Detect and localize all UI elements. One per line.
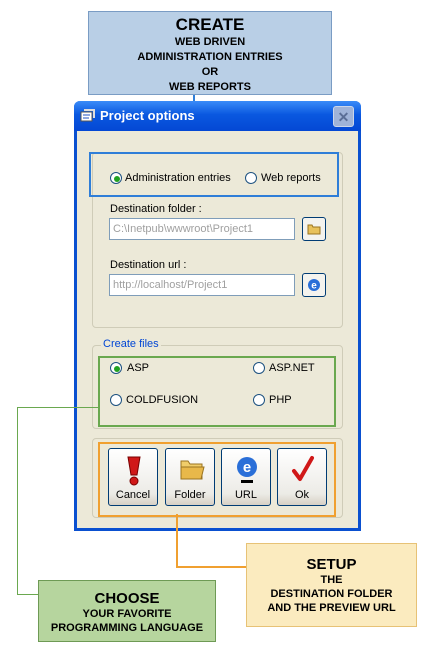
choose-callout-title: CHOOSE: [94, 590, 160, 607]
create-callout-line: OR: [201, 66, 219, 78]
setup-connector: [176, 514, 178, 567]
choose-callout-line: PROGRAMMING LANGUAGE: [50, 622, 204, 634]
create-files-label: Create files: [101, 338, 161, 350]
radio-aspnet-label: ASP.NET: [269, 362, 315, 374]
create-callout-title: CREATE: [175, 15, 245, 34]
close-button[interactable]: ✕: [333, 106, 354, 127]
app-icon: [80, 108, 96, 124]
radio-asp[interactable]: [110, 362, 122, 374]
cancel-button-label: Cancel: [115, 489, 151, 501]
cancel-button[interactable]: Cancel: [108, 448, 158, 506]
url-button[interactable]: e URL: [221, 448, 271, 506]
ie-icon: e: [308, 279, 320, 292]
choose-connector: [17, 407, 99, 408]
setup-connector: [176, 566, 247, 568]
radio-coldfusion[interactable]: [110, 394, 122, 406]
destination-folder-label: Destination folder :: [110, 203, 202, 215]
radio-asp-label: ASP: [127, 362, 150, 374]
radio-coldfusion-label: COLDFUSION: [126, 394, 199, 406]
radio-administration-entries[interactable]: [110, 172, 122, 184]
destination-url-field[interactable]: http://localhost/Project1: [109, 274, 295, 296]
choose-callout: CHOOSE YOUR FAVORITE PROGRAMMING LANGUAG…: [38, 580, 216, 642]
setup-callout: SETUP THE DESTINATION FOLDER AND THE PRE…: [246, 543, 417, 627]
browse-folder-button[interactable]: [302, 217, 326, 241]
folder-icon: [180, 460, 205, 480]
create-callout-line: WEB REPORTS: [169, 81, 251, 93]
radio-administration-entries-label: Administration entries: [125, 172, 231, 184]
choose-connector: [17, 594, 39, 595]
exclamation-icon: [127, 456, 141, 486]
window-title: Project options: [100, 108, 195, 123]
radio-php[interactable]: [253, 394, 265, 406]
setup-callout-title: SETUP: [306, 556, 357, 573]
radio-aspnet[interactable]: [253, 362, 265, 374]
svg-text:e: e: [243, 459, 251, 476]
ie-icon: e: [237, 457, 257, 483]
close-icon: ✕: [337, 109, 350, 125]
create-callout: CREATE WEB DRIVEN ADMINISTRATION ENTRIES…: [88, 11, 332, 95]
radio-web-reports-label: Web reports: [261, 172, 321, 184]
setup-callout-line: DESTINATION FOLDER: [270, 588, 393, 600]
ok-button-label: Ok: [294, 489, 310, 501]
radio-web-reports[interactable]: [245, 172, 257, 184]
url-button-label: URL: [234, 489, 257, 501]
ok-button[interactable]: Ok: [277, 448, 327, 506]
create-callout-line: ADMINISTRATION ENTRIES: [137, 51, 283, 63]
destination-url-label: Destination url :: [110, 259, 187, 271]
folder-icon: [307, 224, 321, 235]
checkmark-icon: [292, 456, 314, 481]
choose-connector: [17, 407, 18, 594]
folder-button-label: Folder: [174, 489, 206, 501]
radio-php-label: PHP: [269, 394, 292, 406]
svg-text:e: e: [311, 281, 317, 292]
create-callout-line: WEB DRIVEN: [174, 36, 246, 48]
setup-callout-line: AND THE PREVIEW URL: [267, 602, 396, 614]
destination-folder-field[interactable]: C:\Inetpub\wwwroot\Project1: [109, 218, 295, 240]
setup-callout-line: THE: [320, 574, 343, 586]
choose-callout-line: YOUR FAVORITE: [82, 608, 172, 620]
folder-button[interactable]: Folder: [165, 448, 215, 506]
title-bar[interactable]: Project options ✕: [74, 101, 361, 131]
browse-url-button[interactable]: e: [302, 273, 326, 297]
